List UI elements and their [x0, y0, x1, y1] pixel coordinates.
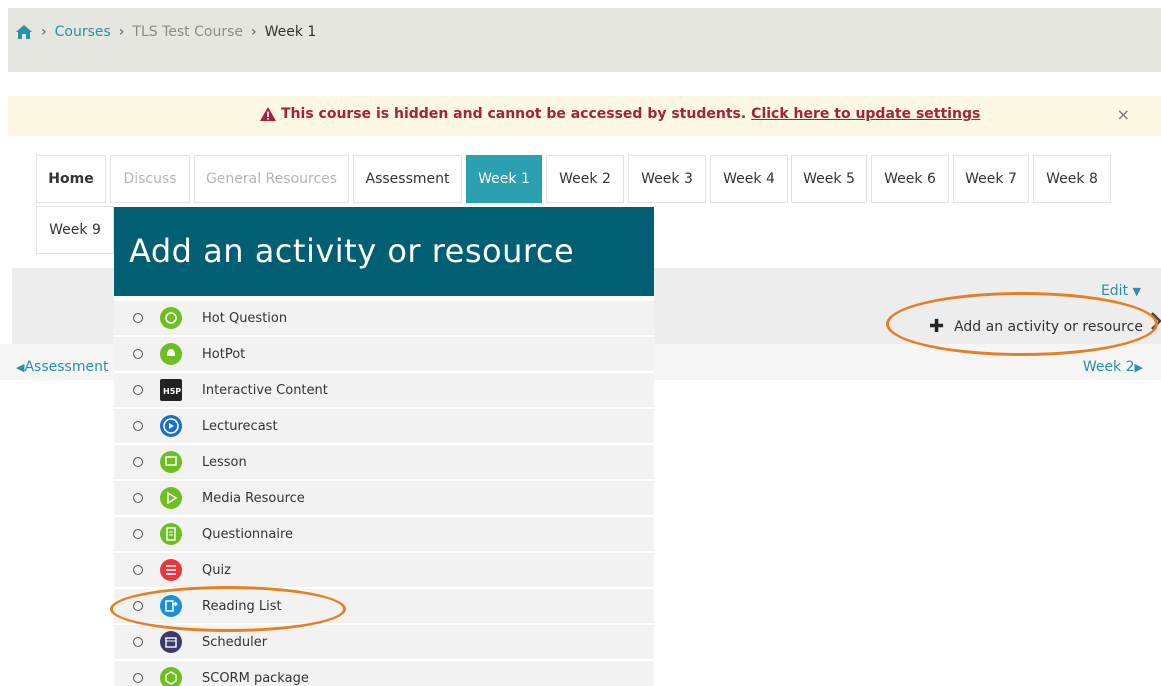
prev-section-link[interactable]: ◀Assessment: [16, 359, 108, 375]
radio-button[interactable]: [133, 493, 143, 503]
tab-week-3[interactable]: Week 3: [628, 155, 706, 203]
radio-button[interactable]: [133, 385, 143, 395]
hotpot-icon: [160, 343, 182, 365]
radio-button[interactable]: [133, 637, 143, 647]
questionnaire-icon: [160, 523, 182, 545]
prev-section-label: Assessment: [24, 359, 109, 375]
chevron-right-icon: ›: [41, 24, 47, 40]
activity-option[interactable]: Media Resource: [114, 481, 654, 516]
warning-icon: [260, 107, 276, 121]
activity-option[interactable]: H5P Interactive Content: [114, 373, 654, 408]
tab-week-9[interactable]: Week 9: [36, 206, 114, 254]
hot-question-icon: [160, 307, 182, 329]
radio-button[interactable]: [133, 565, 143, 575]
breadcrumb-course[interactable]: TLS Test Course: [132, 24, 243, 40]
next-arrow-icon: ▶: [1134, 361, 1143, 374]
activity-option[interactable]: Lecturecast: [114, 409, 654, 444]
activity-option-label: Scheduler: [202, 634, 268, 650]
media-resource-icon: [160, 487, 182, 509]
radio-button[interactable]: [133, 673, 143, 683]
next-section-label: Week 2: [1082, 359, 1135, 375]
tab-week-7[interactable]: Week 7: [953, 155, 1029, 203]
activity-option-label: Interactive Content: [202, 382, 328, 398]
lecturecast-icon: [160, 415, 182, 437]
tab-week-2[interactable]: Week 2: [546, 155, 624, 203]
tab-week-5[interactable]: Week 5: [791, 155, 867, 203]
update-settings-link[interactable]: Click here to update settings: [751, 106, 980, 122]
chevron-right-icon: ›: [250, 24, 257, 40]
activity-option-label: Quiz: [202, 562, 231, 578]
activity-option-label: Lesson: [202, 454, 247, 470]
breadcrumb-courses[interactable]: Courses: [55, 24, 111, 40]
alert-text: This course is hidden and cannot be acce…: [281, 106, 747, 122]
lesson-icon: [160, 451, 182, 473]
breadcrumb: › Courses › TLS Test Course › Week 1: [15, 24, 316, 40]
tab-week-4[interactable]: Week 4: [710, 155, 788, 203]
scheduler-icon: [160, 631, 182, 653]
radio-button[interactable]: [133, 349, 143, 359]
activity-option-label: HotPot: [202, 346, 246, 362]
activity-option-label: Media Resource: [202, 490, 305, 506]
radio-button[interactable]: [133, 421, 143, 431]
annotation-ring-add: [886, 292, 1158, 356]
quiz-icon: [160, 559, 182, 581]
radio-button[interactable]: [133, 529, 143, 539]
scorm-icon: [160, 667, 182, 686]
home-icon[interactable]: [15, 24, 33, 40]
chevron-right-icon: ›: [118, 24, 125, 40]
breadcrumb-bar: › Courses › TLS Test Course › Week 1: [8, 8, 1161, 72]
tab-general-resources: General Resources: [194, 155, 349, 203]
activity-option[interactable]: Questionnaire: [114, 517, 654, 552]
hidden-course-alert: This course is hidden and cannot be acce…: [8, 96, 1161, 136]
activity-option[interactable]: Lesson: [114, 445, 654, 480]
activity-option[interactable]: SCORM package: [114, 661, 654, 686]
next-section-link[interactable]: Week 2▶: [1083, 359, 1143, 375]
modal-title: Add an activity or resource: [114, 207, 654, 296]
alert-message: This course is hidden and cannot be acce…: [259, 106, 980, 122]
activity-option[interactable]: Quiz: [114, 553, 654, 588]
activity-option[interactable]: Hot Question: [114, 301, 654, 336]
radio-button[interactable]: [133, 457, 143, 467]
breadcrumb-current: Week 1: [264, 24, 317, 40]
tab-week-8[interactable]: Week 8: [1033, 155, 1111, 203]
tab-assessment[interactable]: Assessment: [353, 155, 462, 203]
tab-discuss: Discuss: [110, 155, 190, 203]
svg-text:H5P: H5P: [163, 387, 181, 396]
edit-label: Edit: [1100, 283, 1129, 299]
activity-option-label: Lecturecast: [202, 418, 278, 434]
annotation-ring-reading-list: [110, 586, 346, 632]
activity-option-label: Hot Question: [202, 310, 288, 326]
activity-option-label: SCORM package: [202, 670, 309, 686]
tab-home[interactable]: Home: [36, 155, 106, 203]
activity-option-label: Questionnaire: [202, 526, 294, 542]
h5p-icon: H5P: [160, 379, 182, 401]
close-icon[interactable]: ×: [1117, 105, 1130, 124]
tab-week-6[interactable]: Week 6: [871, 155, 949, 203]
tab-week-1[interactable]: Week 1: [466, 155, 542, 203]
activity-option[interactable]: HotPot: [114, 337, 654, 372]
caret-down-icon: ▼: [1132, 285, 1141, 298]
edit-menu[interactable]: Edit ▼: [1101, 283, 1141, 299]
radio-button[interactable]: [133, 313, 143, 323]
